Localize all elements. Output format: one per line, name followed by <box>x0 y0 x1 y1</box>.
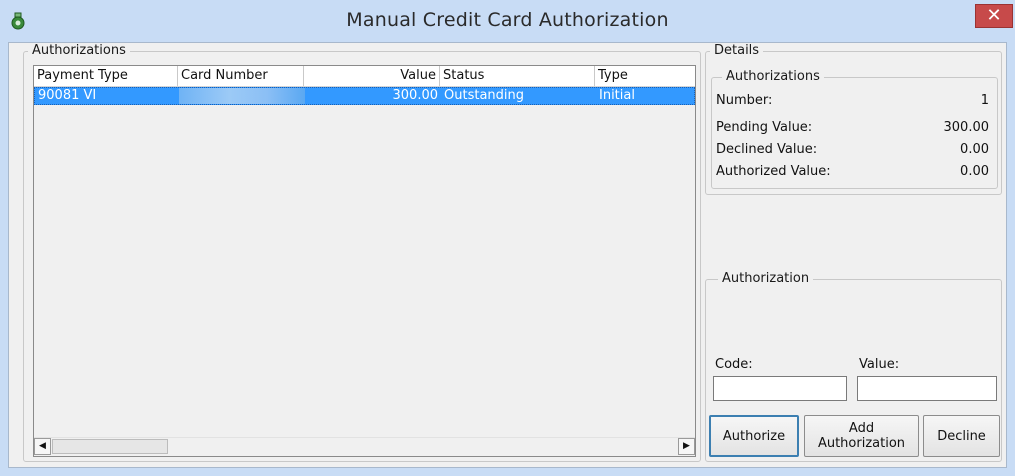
authorized-value-label: Authorized Value: <box>716 164 831 179</box>
arrow-left-icon: ◀ <box>39 441 46 451</box>
column-header-card-number[interactable]: Card Number <box>178 66 304 86</box>
list-header: Payment Type Card Number Value Status Ty… <box>34 66 695 87</box>
close-icon: ✕ <box>986 5 1002 26</box>
cell-value: 300.00 <box>392 88 439 103</box>
number-value: 1 <box>980 93 989 108</box>
value-label: Value: <box>859 357 900 372</box>
pending-value-label: Pending Value: <box>716 120 813 135</box>
manual-cc-auth-window: Manual Credit Card Authorization ✕ Autho… <box>0 0 1015 476</box>
decline-button-label: Decline <box>937 428 986 444</box>
scroll-right-button[interactable]: ▶ <box>678 438 695 455</box>
table-row[interactable]: 90081 VI 300.00 Outstanding Initial <box>34 87 695 105</box>
authorized-value: 0.00 <box>960 164 989 179</box>
decline-button[interactable]: Decline <box>923 415 1000 457</box>
details-group-label: Details <box>710 43 764 58</box>
add-authorization-label-line2: Authorization <box>817 436 906 451</box>
close-button[interactable]: ✕ <box>975 4 1013 28</box>
column-header-value[interactable]: Value <box>304 66 440 86</box>
authorization-group-label: Authorization <box>718 271 814 286</box>
authorize-button-label: Authorize <box>722 428 786 444</box>
code-input[interactable] <box>713 376 847 401</box>
add-authorization-button[interactable]: Add Authorization <box>804 415 919 457</box>
value-input[interactable] <box>857 376 997 401</box>
authorize-button[interactable]: Authorize <box>709 415 799 457</box>
authorizations-list[interactable]: Payment Type Card Number Value Status Ty… <box>33 65 696 457</box>
pending-value: 300.00 <box>943 120 990 135</box>
cell-type: Initial <box>599 88 635 103</box>
column-header-status[interactable]: Status <box>440 66 595 86</box>
declined-value-label: Declined Value: <box>716 142 818 157</box>
authorizations-group-label: Authorizations <box>28 43 130 58</box>
column-header-type[interactable]: Type <box>595 66 695 86</box>
code-label: Code: <box>715 357 753 372</box>
cell-card-number-masked <box>179 88 305 104</box>
cell-status: Outstanding <box>444 88 524 103</box>
cell-payment-type: 90081 VI <box>38 88 97 103</box>
authorizations-summary-label: Authorizations <box>722 69 824 84</box>
number-label: Number: <box>716 93 773 108</box>
horizontal-scrollbar[interactable]: ◀ ▶ <box>34 437 695 456</box>
scrollbar-thumb[interactable] <box>52 439 168 454</box>
scroll-left-button[interactable]: ◀ <box>34 438 51 455</box>
arrow-right-icon: ▶ <box>683 441 690 451</box>
column-header-payment-type[interactable]: Payment Type <box>34 66 178 86</box>
declined-value: 0.00 <box>960 142 989 157</box>
dialog-body: Authorizations Payment Type Card Number … <box>8 42 1007 468</box>
add-authorization-label-line1: Add <box>848 421 875 436</box>
title-bar[interactable]: Manual Credit Card Authorization ✕ <box>0 0 1015 42</box>
window-title: Manual Credit Card Authorization <box>346 9 669 31</box>
